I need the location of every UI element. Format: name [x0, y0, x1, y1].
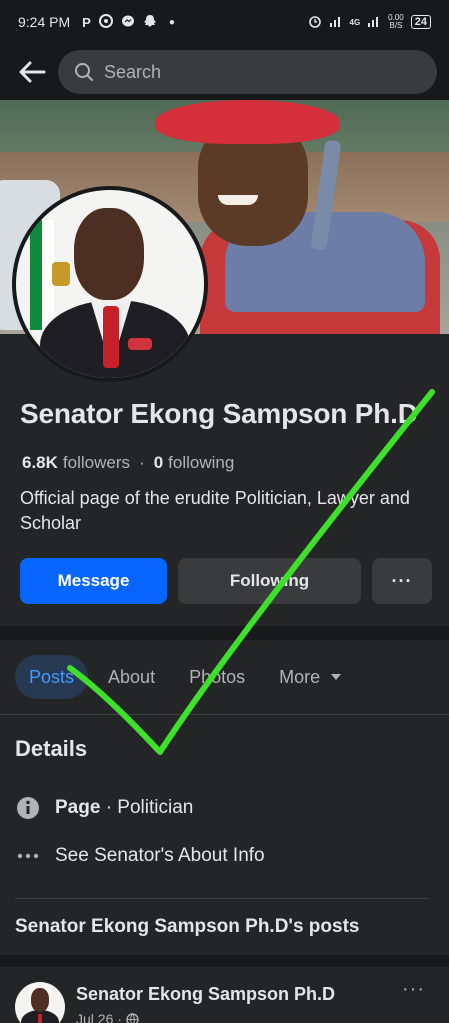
profile-picture[interactable] — [12, 186, 208, 382]
detail-page-type: Page · Politician — [15, 795, 193, 821]
dot-icon: ● — [168, 16, 175, 28]
message-button[interactable]: Message — [20, 558, 167, 604]
search-header — [0, 44, 449, 100]
speed-unit: B/S — [389, 21, 403, 30]
post-avatar-face — [31, 988, 49, 1012]
back-button[interactable] — [12, 52, 52, 92]
tab-photos[interactable]: Photos — [175, 655, 259, 699]
post-meta: Jul 26 · — [76, 1011, 139, 1023]
info-icon — [15, 795, 41, 821]
whatsapp-icon — [98, 13, 113, 31]
profile-name: Senator Ekong Sampson Ph.D — [20, 398, 418, 429]
posts-section-heading: Senator Ekong Sampson Ph.D's posts — [15, 916, 360, 937]
see-about-info-label: See Senator's About Info — [55, 845, 265, 866]
see-about-info-link[interactable]: See Senator's About Info — [15, 843, 265, 869]
stats-separator: · — [139, 453, 145, 472]
tab-more-label: More — [279, 666, 321, 687]
profile-picture-image — [16, 190, 204, 378]
tab-about[interactable]: About — [94, 655, 169, 699]
pocket-square-graphic — [128, 338, 152, 350]
follow-stats[interactable]: 6.8K followers · 0 following — [22, 453, 234, 473]
signal-icon — [329, 15, 343, 30]
caret-down-icon — [331, 674, 342, 680]
globe-icon — [126, 1012, 139, 1023]
cover-cap — [155, 100, 340, 144]
details-divider — [15, 898, 429, 899]
tabs-divider — [0, 714, 449, 715]
p-app-icon: P — [82, 14, 91, 30]
post-options-button[interactable]: ··· — [402, 978, 425, 1001]
face-graphic — [74, 208, 144, 300]
network-type: 4G — [349, 17, 361, 27]
post-date: Jul 26 · — [76, 1011, 122, 1023]
followers-label: followers — [62, 453, 131, 472]
flag-graphic — [30, 220, 54, 330]
status-bar: 9:24 PM P ● 4G 0.00 B/S 24 — [0, 0, 449, 44]
alarm-icon — [308, 14, 322, 31]
followers-count: 6.8K — [22, 453, 58, 472]
post-author-avatar[interactable] — [15, 982, 65, 1023]
following-count: 0 — [153, 453, 164, 472]
search-input[interactable] — [104, 61, 364, 83]
profile-bio: Official page of the erudite Politician,… — [20, 488, 410, 533]
post-author-name[interactable]: Senator Ekong Sampson Ph.D — [76, 984, 335, 1005]
more-options-button[interactable]: ··· — [372, 558, 432, 604]
post-avatar-tie — [38, 1014, 42, 1023]
tab-posts[interactable]: Posts — [15, 655, 89, 699]
battery-indicator: 24 — [410, 15, 431, 29]
search-box[interactable] — [58, 50, 437, 94]
signal-icon-2 — [367, 15, 381, 30]
following-label: following — [168, 453, 235, 472]
messenger-icon — [121, 14, 135, 31]
profile-actions: Message Following ··· — [20, 558, 432, 604]
tie-graphic — [103, 306, 119, 368]
back-arrow-icon — [19, 61, 46, 83]
section-divider — [0, 626, 449, 640]
network-speed: 0.00 B/S — [388, 14, 404, 30]
page-category: · Politician — [100, 797, 194, 818]
profile-tabs: Posts About Photos More — [15, 655, 356, 699]
following-button[interactable]: Following — [178, 558, 361, 604]
cover-smile — [218, 195, 258, 205]
snapchat-icon — [143, 14, 157, 31]
tab-more[interactable]: More — [265, 655, 356, 699]
posts-divider — [0, 955, 449, 967]
details-heading: Details — [15, 736, 88, 761]
page-type-label: Page — [55, 797, 101, 818]
search-icon — [75, 63, 93, 81]
ellipsis-icon — [15, 843, 41, 869]
coat-of-arms-graphic — [52, 262, 70, 286]
status-time: 9:24 PM — [18, 14, 71, 30]
